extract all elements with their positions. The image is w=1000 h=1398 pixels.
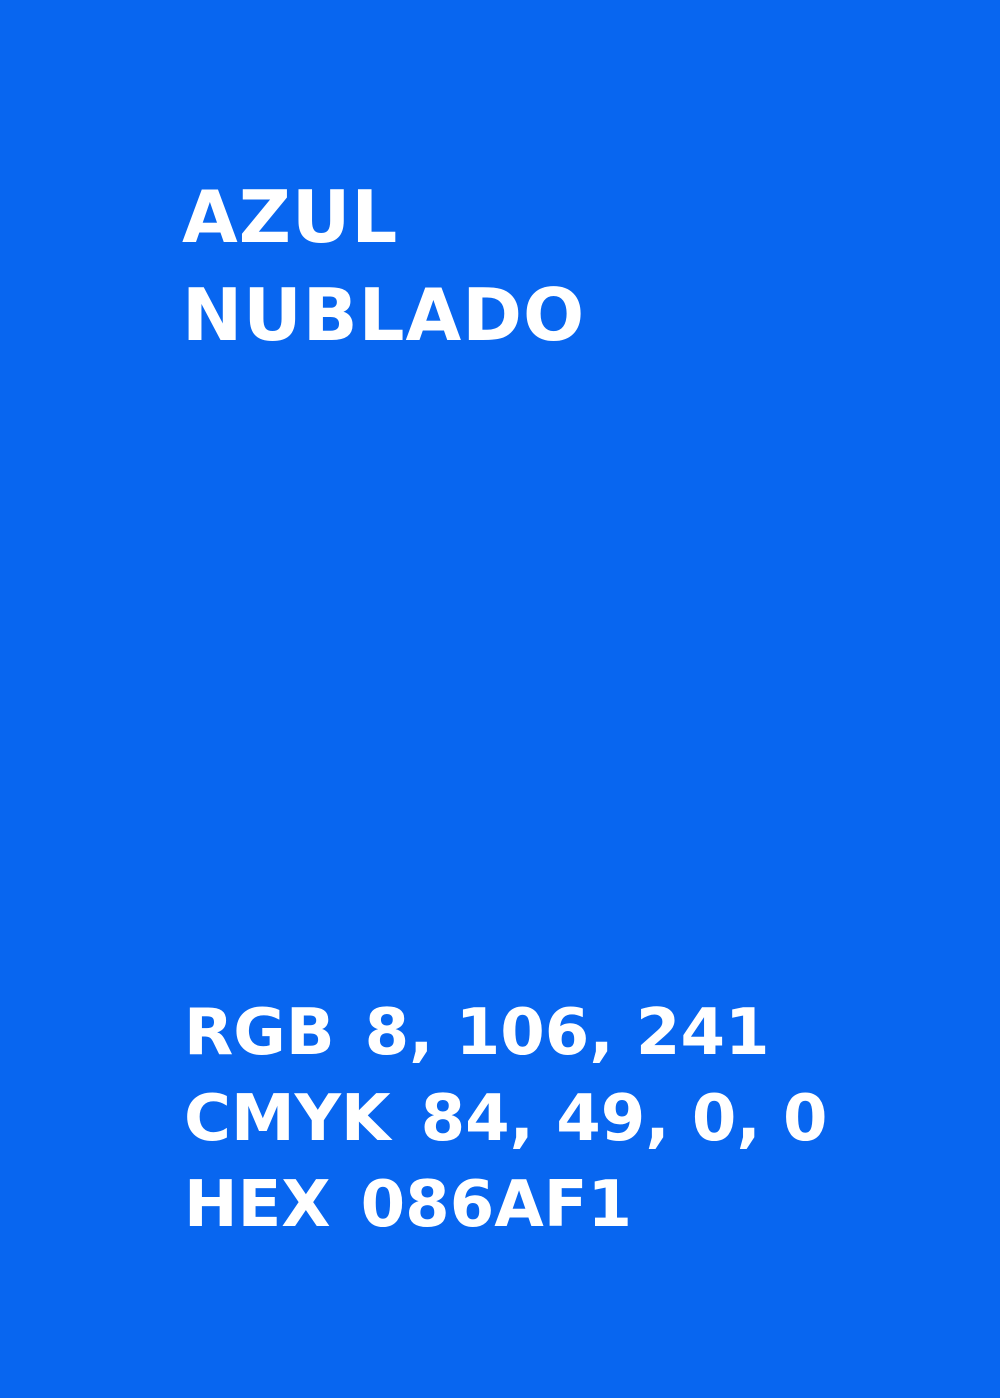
swatch-title-line-2: NUBLADO (182, 273, 586, 357)
color-specs: RGB 8, 106, 241 CMYK 84, 49, 0, 0 HEX 086AF… (184, 990, 828, 1248)
swatch-title-line-1: AZUL (182, 175, 399, 259)
rgb-value: 8, 106, 241 (364, 996, 770, 1070)
hex-spec: HEX 086AF1 (184, 1162, 828, 1248)
swatch-title: AZUL NUBLADO (182, 168, 585, 364)
color-swatch-card: AZUL NUBLADO RGB 8, 106, 241 CMYK 84, 49, … (0, 0, 1000, 1398)
rgb-spec: RGB 8, 106, 241 (184, 990, 828, 1076)
hex-value: 086AF1 (360, 1168, 632, 1242)
cmyk-spec: CMYK 84, 49, 0, 0 (184, 1076, 828, 1162)
cmyk-label: CMYK (184, 1082, 391, 1156)
hex-label: HEX (184, 1168, 331, 1242)
cmyk-value: 84, 49, 0, 0 (420, 1082, 828, 1156)
rgb-label: RGB (184, 996, 335, 1070)
